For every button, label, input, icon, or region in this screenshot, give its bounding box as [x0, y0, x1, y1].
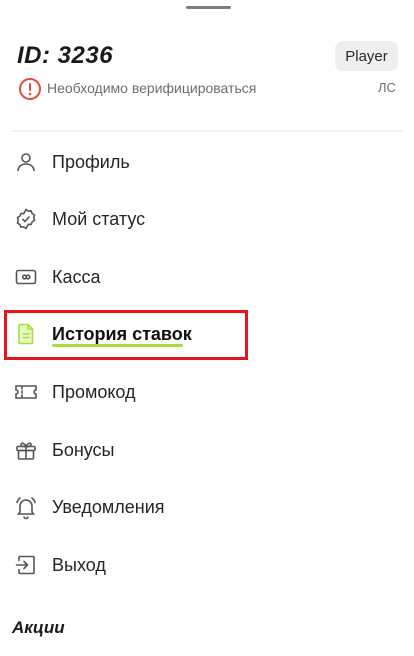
logout-icon: [12, 551, 40, 579]
menu-item-label: Мой статус: [52, 208, 146, 229]
menu-item-notifications[interactable]: Уведомления: [0, 484, 414, 530]
account-label: ЛС: [378, 80, 396, 95]
warning-icon: [18, 77, 42, 101]
menu-item-label: Уведомления: [52, 496, 165, 517]
verification-notice[interactable]: Необходимо верифицироваться: [47, 80, 256, 96]
bell-icon: [12, 493, 40, 521]
user-id: ID: 3236: [17, 42, 114, 69]
ticket-icon: [12, 378, 40, 406]
menu-item-label: Выход: [52, 554, 106, 575]
menu-item-profile[interactable]: Профиль: [0, 139, 414, 185]
menu-item-cashier[interactable]: Касса: [0, 254, 414, 300]
selection-highlight: [4, 310, 248, 360]
status-badge-icon: [12, 205, 40, 233]
menu-item-logout[interactable]: Выход: [0, 542, 414, 588]
menu-item-bonuses[interactable]: Бонусы: [0, 427, 414, 473]
menu-item-label: Профиль: [52, 151, 130, 172]
gift-icon: [12, 436, 40, 464]
menu-item-promocode[interactable]: Промокод: [0, 369, 414, 415]
role-badge[interactable]: Player: [335, 41, 398, 71]
promotions-heading[interactable]: Акции: [12, 618, 65, 638]
drag-handle[interactable]: [186, 6, 231, 9]
menu-item-label: Бонусы: [52, 439, 115, 460]
menu-item-label: Касса: [52, 266, 101, 287]
menu-item-label: Промокод: [52, 381, 136, 402]
divider: [12, 130, 402, 132]
user-icon: [12, 148, 40, 176]
wallet-icon: [12, 263, 40, 291]
menu-item-status[interactable]: Мой статус: [0, 196, 414, 242]
